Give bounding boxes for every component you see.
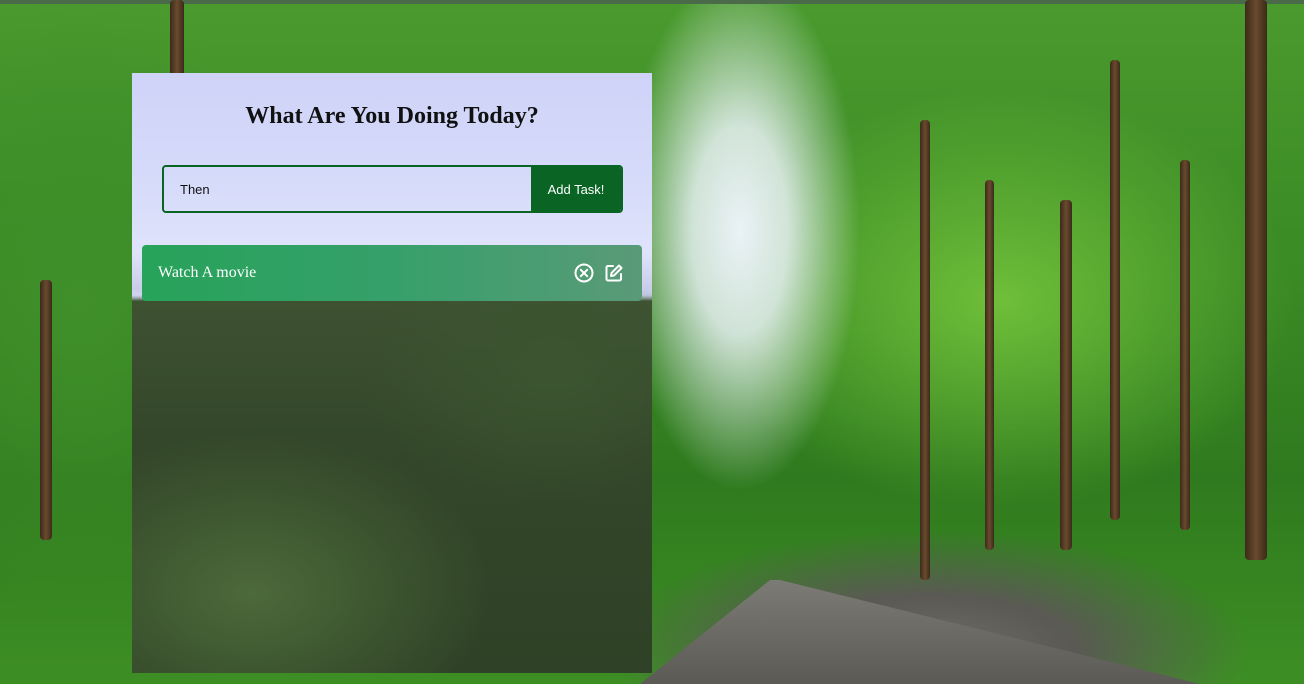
list-item: Watch A movie xyxy=(142,245,642,301)
edit-icon[interactable] xyxy=(602,261,626,285)
task-list: Watch A movie xyxy=(142,245,642,301)
page-title: What Are You Doing Today? xyxy=(245,103,539,129)
todo-panel: What Are You Doing Today? Add Task! Watc… xyxy=(132,73,652,673)
task-text: Watch A movie xyxy=(158,264,257,281)
task-input[interactable] xyxy=(164,167,531,211)
add-task-form: Add Task! xyxy=(162,165,623,213)
close-circle-icon[interactable] xyxy=(572,261,596,285)
add-task-button[interactable]: Add Task! xyxy=(531,167,621,211)
top-strip xyxy=(0,0,1304,4)
